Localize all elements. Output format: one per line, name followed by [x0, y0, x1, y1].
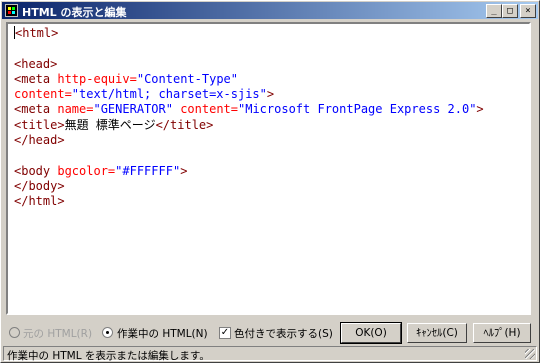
source-token: 無題 標準ページ — [64, 117, 156, 132]
dialog-controls: 元の HTML(R) 作業中の HTML(N) ✓ 色付きで表示する(S) OK… — [1, 322, 540, 345]
html-source-text[interactable]: <html> <head> <meta http-equiv="Content-T… — [14, 26, 484, 210]
source-line[interactable] — [14, 148, 484, 163]
resize-grip-icon[interactable] — [525, 349, 535, 359]
app-icon — [5, 4, 18, 17]
source-token: content= — [14, 87, 72, 102]
window-title: HTML の表示と編集 — [22, 6, 127, 19]
maximize-button[interactable]: □ — [502, 4, 518, 18]
html-view-edit-dialog: HTML の表示と編集 _ □ × <html> <head> <meta htt… — [0, 0, 540, 363]
source-line[interactable]: <meta http-equiv="Content-Type" — [14, 72, 484, 87]
source-token: <meta — [14, 71, 58, 86]
source-token: <meta — [14, 102, 58, 117]
source-line[interactable]: </body> — [14, 179, 484, 194]
source-token: <title> — [14, 117, 65, 132]
source-token: > — [476, 102, 484, 117]
source-token: > — [180, 163, 188, 178]
source-line[interactable]: <body bgcolor="#FFFFFF"> — [14, 164, 484, 179]
source-token: http-equiv= — [57, 71, 137, 86]
source-token: <head> — [14, 56, 58, 71]
source-token: "#FFFFFF" — [115, 163, 181, 178]
source-token: </body> — [14, 178, 65, 193]
source-token: bgcolor= — [57, 163, 116, 178]
source-token: "GENERATOR" — [93, 102, 173, 117]
help-button[interactable]: ﾍﾙﾌﾟ(H) — [473, 323, 531, 343]
close-icon: × — [525, 6, 531, 16]
status-bar: 作業中の HTML を表示または編集します。 — [3, 346, 537, 362]
title-bar[interactable]: HTML の表示と編集 _ □ × — [2, 2, 538, 19]
close-button[interactable]: × — [520, 4, 536, 18]
color-display-checkbox[interactable]: ✓ — [219, 327, 231, 339]
source-token: > — [266, 87, 275, 102]
status-text: 作業中の HTML を表示または編集します。 — [7, 350, 210, 362]
source-line[interactable]: </head> — [14, 133, 484, 148]
ok-button[interactable]: OK(O) — [340, 322, 402, 344]
source-token: "text/html; charset=x-sjis" — [71, 87, 267, 102]
current-html-radio[interactable] — [102, 327, 113, 338]
source-line[interactable] — [14, 41, 484, 56]
source-token: name= — [57, 102, 94, 117]
html-source-editor[interactable]: <html> <head> <meta http-equiv="Content-T… — [6, 22, 531, 315]
source-token: "Content-Type" — [136, 71, 238, 86]
source-line[interactable]: <html> — [14, 26, 484, 41]
source-token: "Microsoft FrontPage Express 2.0" — [238, 102, 477, 117]
source-token: <html> — [15, 26, 59, 40]
original-html-radio — [9, 327, 20, 338]
checkmark-icon: ✓ — [220, 327, 230, 338]
current-html-label[interactable]: 作業中の HTML(N) — [117, 326, 208, 341]
source-line[interactable]: content="text/html; charset=x-sjis"> — [14, 87, 484, 102]
source-line[interactable]: </html> — [14, 194, 484, 209]
minimize-button[interactable]: _ — [486, 4, 502, 18]
maximize-icon: □ — [507, 6, 513, 16]
radio-selected-dot — [106, 331, 109, 334]
source-token: <body — [14, 163, 58, 178]
source-token: content= — [172, 102, 238, 117]
minimize-icon: _ — [491, 6, 497, 16]
color-display-label[interactable]: 色付きで表示する(S) — [234, 326, 333, 341]
source-token: </html> — [14, 194, 65, 209]
source-line[interactable]: <head> — [14, 57, 484, 72]
source-token: </title> — [155, 117, 214, 132]
cancel-button[interactable]: ｷｬﾝｾﾙ(C) — [407, 323, 467, 343]
original-html-label: 元の HTML(R) — [23, 328, 93, 340]
source-line[interactable]: <title>無題 標準ページ</title> — [14, 118, 484, 133]
source-token: </head> — [14, 133, 65, 148]
source-line[interactable]: <meta name="GENERATOR" content="Microsof… — [14, 102, 484, 117]
